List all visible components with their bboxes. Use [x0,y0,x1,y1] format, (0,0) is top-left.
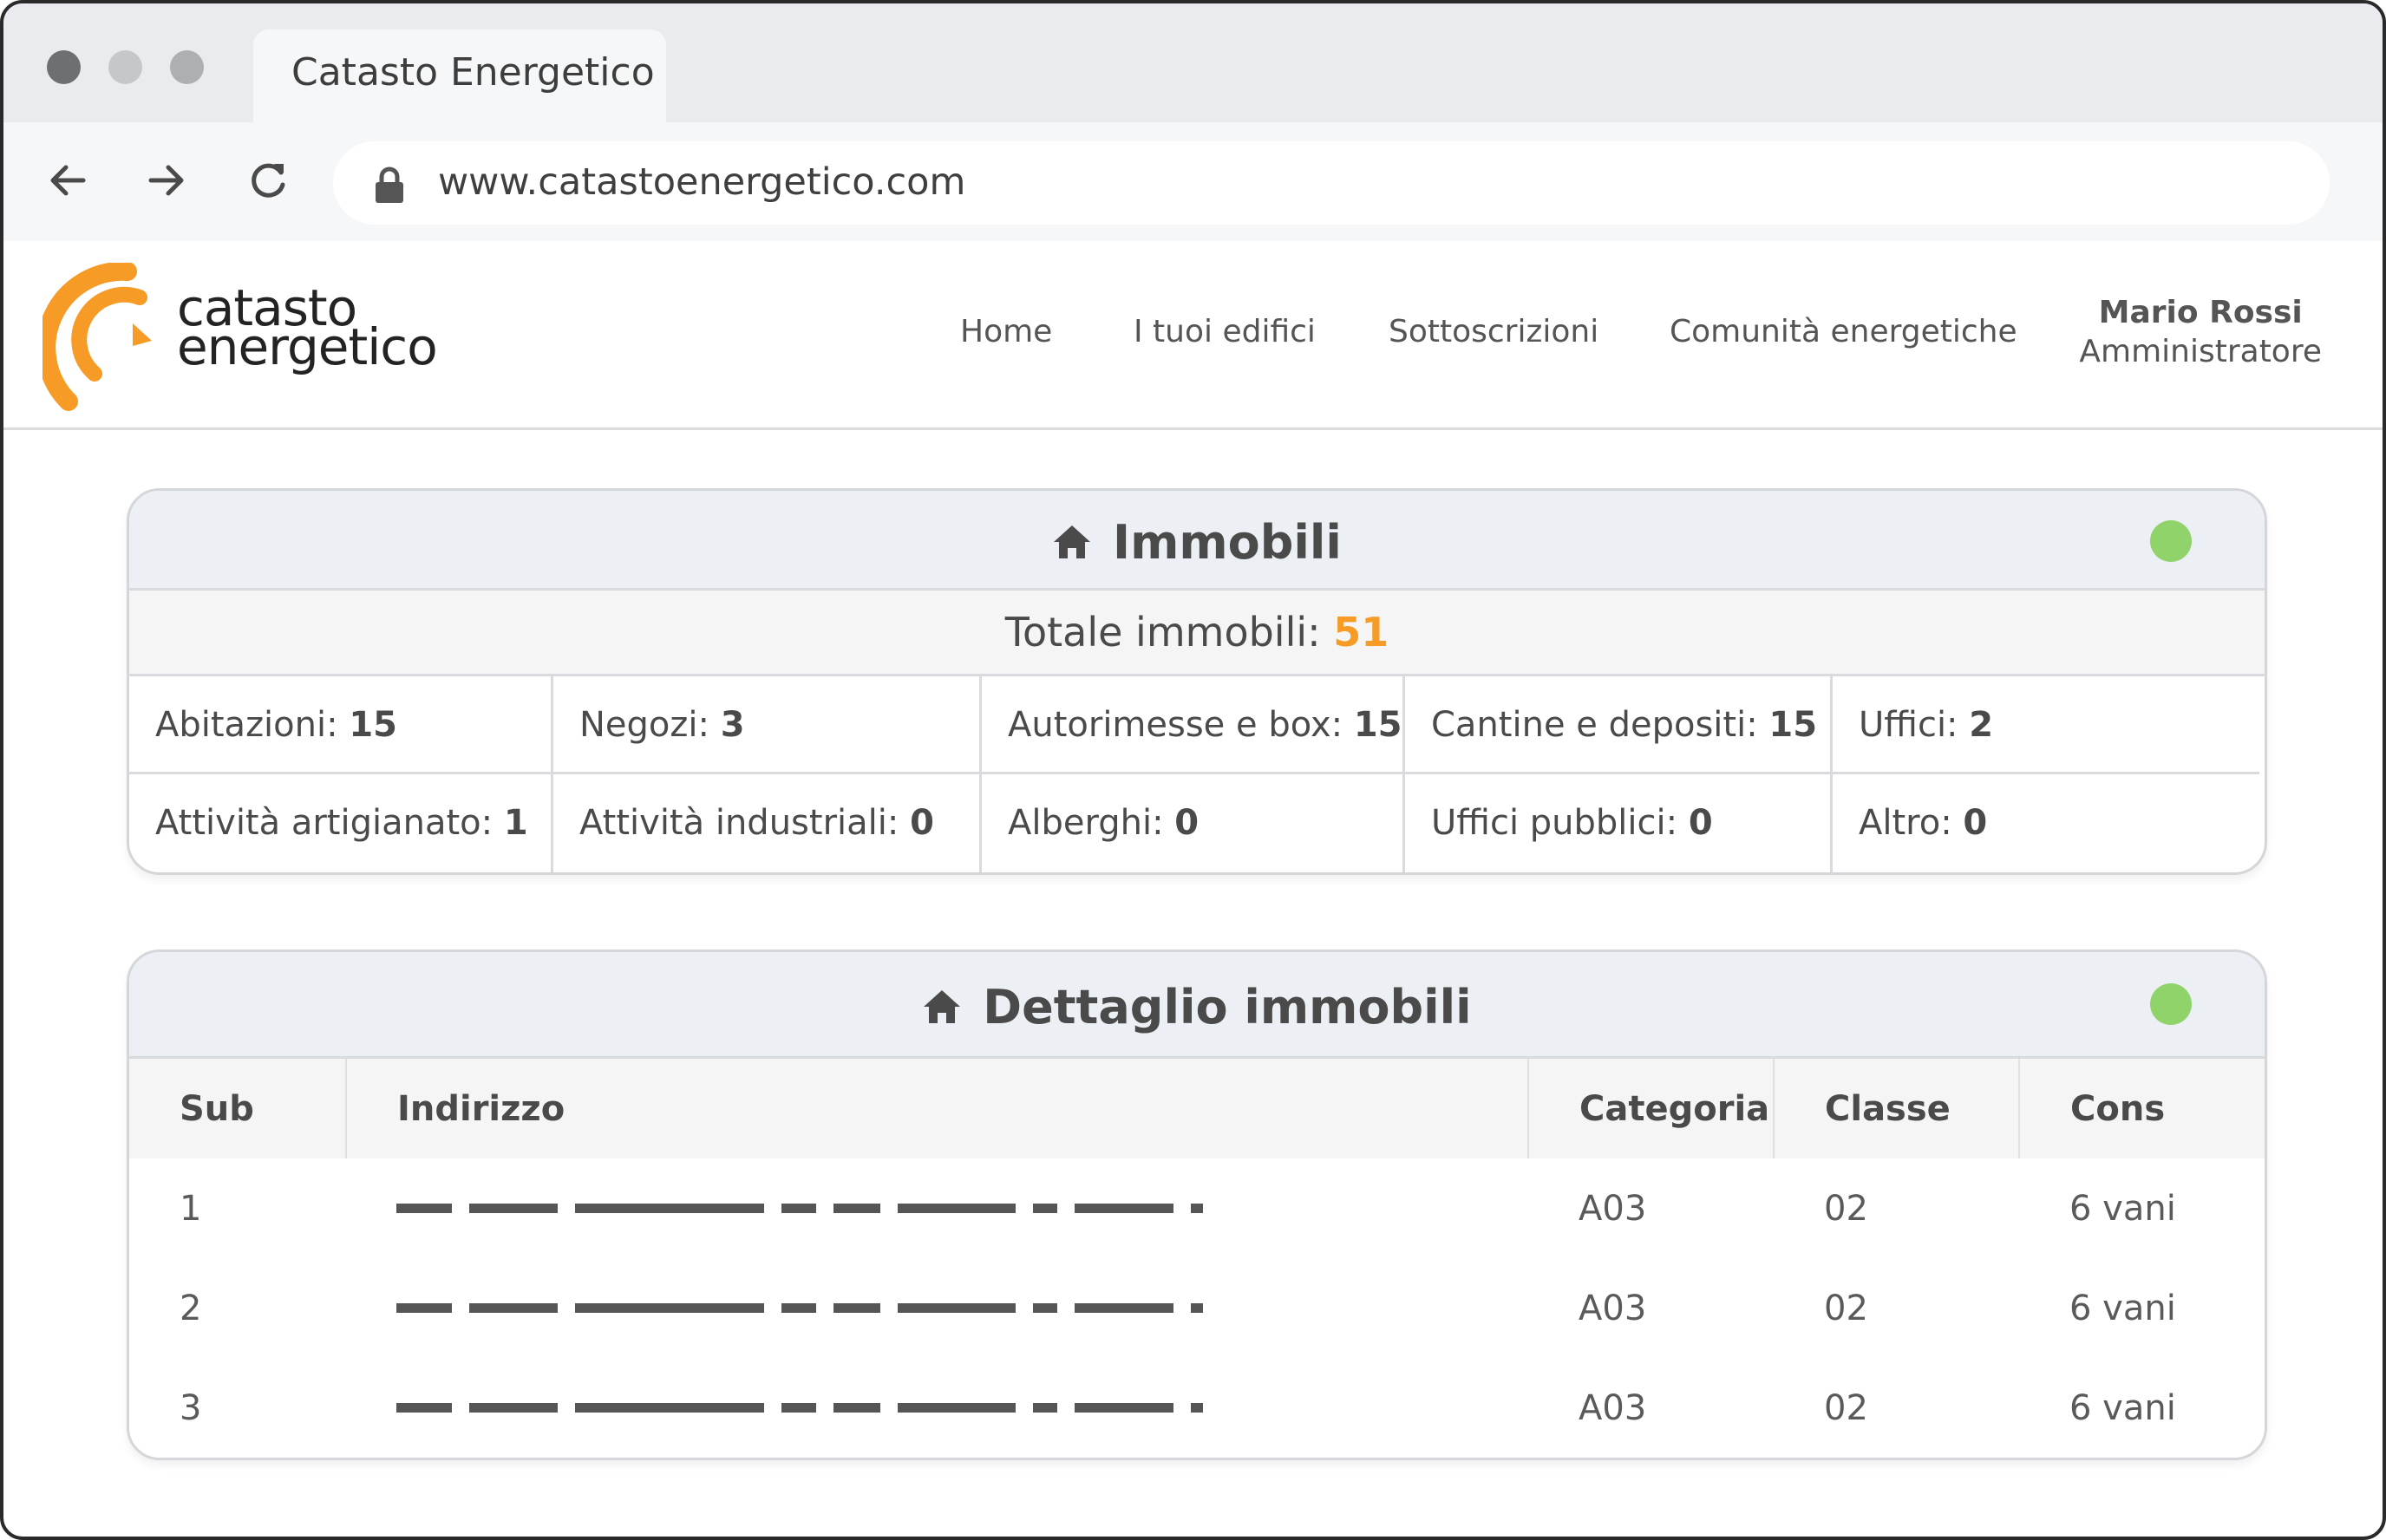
count-negozi: Negozi: 3 [553,676,982,774]
count-attivita-artigianato: Attività artigianato: 1 [129,774,553,872]
cell-categoria: A03 [1579,1288,1647,1328]
address-bar[interactable]: www.catastoenergetico.com [333,141,2330,225]
count-label: Alberghi: [1008,803,1175,843]
cell-classe: 02 [1824,1387,1868,1428]
dettaglio-card-title-wrap: Dettaglio immobili [129,980,2265,1034]
count-uffici: Uffici: 2 [1833,676,2259,774]
cell-categoria: A03 [1579,1387,1647,1428]
count-label: Attività artigianato: [155,803,504,843]
totale-immobili: Totale immobili: 51 [129,591,2265,676]
immobili-card-title: Immobili [1113,515,1342,570]
nav-item-home[interactable]: Home [960,314,1052,349]
lock-icon [376,166,403,203]
count-label: Attività industriali: [579,803,911,843]
home-icon [1054,525,1091,558]
url-text: www.catastoenergetico.com [438,160,966,204]
dettaglio-status-indicator [2150,983,2192,1025]
reload-icon[interactable] [241,153,295,207]
count-value: 0 [1688,803,1713,843]
minimize-window-dot[interactable] [108,50,142,84]
table-row[interactable]: 1 A03 02 6 vani [129,1158,2265,1258]
table-row[interactable]: 2 A03 02 6 vani [129,1258,2265,1358]
forward-arrow-icon[interactable] [139,153,193,207]
nav-item-comunita-energetiche[interactable]: Comunità energetiche [1670,314,2017,349]
dettaglio-immobili-card: Dettaglio immobili Sub Indirizzo Categor… [127,949,2267,1460]
table-header-row: Sub Indirizzo Categoria Classe Cons [129,1059,2265,1158]
back-arrow-icon[interactable] [42,153,95,207]
redacted-address [396,1403,1528,1413]
logo-wordmark[interactable]: catasto energetico [177,283,438,376]
cell-classe: 02 [1824,1188,1868,1229]
logo-line-2: energetico [177,317,438,376]
immobili-card-header: Immobili [129,491,2265,591]
count-label: Altro: [1859,803,1964,843]
count-value: 2 [1969,705,1994,745]
count-label: Uffici pubblici: [1431,803,1689,843]
cell-indirizzo-redacted [346,1158,1528,1258]
count-uffici-pubblici: Uffici pubblici: 0 [1405,774,1833,872]
immobili-card: Immobili Totale immobili: 51 Abitazioni:… [127,488,2267,875]
count-label: Negozi: [579,705,721,745]
table-row[interactable]: 3 A03 02 6 vani [129,1358,2265,1458]
cell-indirizzo-redacted [346,1258,1528,1358]
immobili-card-title-wrap: Immobili [129,515,2265,570]
user-role: Amministratore [2079,334,2322,369]
count-alberghi: Alberghi: 0 [982,774,1405,872]
column-header-sub[interactable]: Sub [129,1059,347,1158]
redacted-address [396,1303,1528,1314]
tab-title: Catasto Energetico [291,50,655,95]
cell-categoria: A03 [1579,1188,1647,1229]
nav-item-i-tuoi-edifici[interactable]: I tuoi edifici [1134,314,1316,349]
cell-cons: 6 vani [2069,1188,2176,1229]
column-header-classe[interactable]: Classe [1774,1059,2020,1158]
cell-cons: 6 vani [2069,1288,2176,1328]
count-value: 15 [349,705,397,745]
redacted-address [396,1204,1528,1214]
dettaglio-table: Sub Indirizzo Categoria Classe Cons 1 A0… [129,1059,2265,1458]
browser-nav-bar: www.catastoenergetico.com [3,122,2383,241]
cell-sub: 1 [180,1188,202,1229]
count-cantine-e-depositi: Cantine e depositi: 15 [1405,676,1833,774]
count-value: 3 [720,705,745,745]
app-header: catasto energetico Home I tuoi edifici S… [3,241,2383,430]
count-value: 0 [1963,803,1988,843]
count-value: 1 [503,803,528,843]
count-label: Cantine e depositi: [1431,705,1769,745]
dettaglio-card-header: Dettaglio immobili [129,952,2265,1059]
count-altro: Altro: 0 [1833,774,2259,872]
cell-sub: 2 [180,1288,202,1328]
dettaglio-card-title: Dettaglio immobili [983,980,1472,1034]
nav-item-sottoscrizioni[interactable]: Sottoscrizioni [1389,314,1598,349]
count-value: 0 [910,803,934,843]
column-header-cons[interactable]: Cons [2019,1059,2265,1158]
column-header-indirizzo[interactable]: Indirizzo [346,1059,1529,1158]
cell-cons: 6 vani [2069,1387,2176,1428]
cell-classe: 02 [1824,1288,1868,1328]
browser-tab[interactable]: Catasto Energetico [253,29,666,122]
maximize-window-dot[interactable] [170,50,204,84]
count-autorimesse-e-box: Autorimesse e box: 15 [982,676,1405,774]
count-label: Autorimesse e box: [1008,705,1354,745]
close-window-dot[interactable] [47,50,81,84]
count-label: Abitazioni: [155,705,350,745]
column-header-categoria[interactable]: Categoria [1528,1059,1775,1158]
browser-tab-bar: Catasto Energetico [3,3,2383,122]
cell-sub: 3 [180,1387,202,1428]
browser-window: Catasto Energetico www.catastoenergetico… [0,0,2386,1540]
count-attivita-industriali: Attività industriali: 0 [553,774,982,872]
catasto-energetico-logo-icon[interactable] [42,263,160,412]
totale-immobili-label: Totale immobili: [1004,609,1334,656]
user-menu[interactable]: Mario Rossi Amministratore [2079,295,2322,369]
immobili-status-indicator [2150,520,2192,562]
count-value: 15 [1768,705,1818,745]
count-label: Uffici: [1859,705,1970,745]
immobili-counts-grid: Abitazioni: 15 Negozi: 3 Autorimesse e b… [129,676,2265,872]
count-abitazioni: Abitazioni: 15 [129,676,553,774]
totale-immobili-value: 51 [1333,609,1389,656]
cell-indirizzo-redacted [346,1358,1528,1458]
count-value: 0 [1174,803,1200,843]
user-name: Mario Rossi [2098,295,2303,330]
home-icon [924,990,961,1023]
count-value: 15 [1353,705,1402,745]
